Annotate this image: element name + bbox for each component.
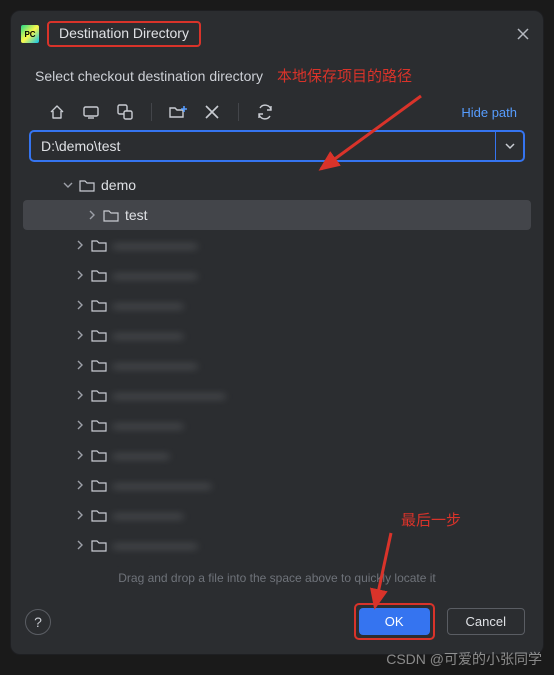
tree-item-label: test (125, 207, 148, 223)
home-icon[interactable] (47, 102, 67, 122)
chevron-right-icon[interactable] (75, 360, 89, 370)
title-highlight-box: Destination Directory (47, 21, 201, 47)
folder-icon (91, 538, 107, 552)
tree-item-label: —————— (113, 357, 197, 373)
chevron-right-icon[interactable] (75, 420, 89, 430)
tree-item-label: ————— (113, 507, 183, 523)
ok-highlight-box: OK (354, 603, 435, 640)
tree-item-redacted[interactable]: ————— (23, 500, 531, 530)
cancel-button[interactable]: Cancel (447, 608, 525, 635)
desktop-icon[interactable] (81, 102, 101, 122)
path-history-dropdown[interactable] (495, 132, 523, 160)
ok-button[interactable]: OK (359, 608, 430, 635)
chevron-right-icon[interactable] (75, 540, 89, 550)
tree-item-redacted[interactable]: ——— (23, 560, 531, 567)
hide-path-link[interactable]: Hide path (461, 105, 523, 120)
folder-icon (103, 208, 119, 222)
folder-icon (91, 508, 107, 522)
path-input-wrap (29, 130, 525, 162)
folder-icon (91, 448, 107, 462)
tree-item-redacted[interactable]: —————— (23, 230, 531, 260)
folder-icon (91, 328, 107, 342)
chevron-right-icon[interactable] (75, 510, 89, 520)
tree-item-label: ————— (113, 297, 183, 313)
tree-item-redacted[interactable]: ————— (23, 410, 531, 440)
tree-item-redacted[interactable]: ————— (23, 320, 531, 350)
new-folder-icon[interactable] (168, 102, 188, 122)
tree-item-redacted[interactable]: —————— (23, 350, 531, 380)
toolbar-separator (151, 103, 152, 121)
tree-item-label: ————— (113, 327, 183, 343)
chevron-right-icon[interactable] (87, 210, 101, 220)
folder-icon (91, 358, 107, 372)
tree-item-test[interactable]: test (23, 200, 531, 230)
tree-item-label: ———— (113, 447, 169, 463)
pycharm-app-icon: PC (21, 25, 39, 43)
folder-icon (91, 298, 107, 312)
subtitle-text: Select checkout destination directory (35, 68, 263, 84)
toolbar: Hide path (11, 92, 543, 130)
chevron-right-icon[interactable] (75, 240, 89, 250)
tree-item-label: —————— (113, 267, 197, 283)
tree-item-label: —————— (113, 537, 197, 553)
drag-drop-hint: Drag and drop a file into the space abov… (11, 567, 543, 593)
chevron-right-icon[interactable] (75, 480, 89, 490)
chevron-right-icon[interactable] (75, 450, 89, 460)
folder-icon (91, 238, 107, 252)
path-input[interactable] (31, 132, 495, 160)
chevron-right-icon[interactable] (75, 300, 89, 310)
chevron-down-icon[interactable] (63, 180, 77, 190)
directory-tree[interactable]: demotest————————————————————————————————… (11, 162, 543, 567)
tree-item-redacted[interactable]: ———— (23, 440, 531, 470)
destination-directory-dialog: PC Destination Directory Select checkout… (10, 10, 544, 655)
dialog-title: Destination Directory (59, 25, 189, 41)
help-button[interactable]: ? (25, 609, 51, 635)
chevron-right-icon[interactable] (75, 390, 89, 400)
footer: ? OK Cancel (11, 593, 543, 654)
tree-item-label: ——————— (113, 477, 211, 493)
refresh-icon[interactable] (255, 102, 275, 122)
folder-icon (79, 178, 95, 192)
tree-item-label: ———————— (113, 387, 225, 403)
tree-item-label: demo (101, 177, 136, 193)
path-row (11, 130, 543, 162)
folder-icon (91, 478, 107, 492)
annotation-path-note: 本地保存项目的路径 (277, 65, 412, 86)
chevron-right-icon[interactable] (75, 330, 89, 340)
chevron-right-icon[interactable] (75, 270, 89, 280)
titlebar: PC Destination Directory (11, 11, 543, 57)
folder-icon (91, 418, 107, 432)
tree-item-redacted[interactable]: ———————— (23, 380, 531, 410)
tree-item-demo[interactable]: demo (23, 170, 531, 200)
tree-item-redacted[interactable]: ————— (23, 290, 531, 320)
toolbar-separator (238, 103, 239, 121)
close-icon[interactable] (517, 28, 529, 40)
tree-item-redacted[interactable]: ——————— (23, 470, 531, 500)
tree-item-redacted[interactable]: —————— (23, 260, 531, 290)
tree-item-label: ————— (113, 417, 183, 433)
folder-icon (91, 268, 107, 282)
delete-icon[interactable] (202, 102, 222, 122)
folder-icon (91, 388, 107, 402)
tree-item-label: —————— (113, 237, 197, 253)
subtitle-row: Select checkout destination directory 本地… (11, 57, 543, 92)
tree-item-redacted[interactable]: —————— (23, 530, 531, 560)
module-icon[interactable] (115, 102, 135, 122)
